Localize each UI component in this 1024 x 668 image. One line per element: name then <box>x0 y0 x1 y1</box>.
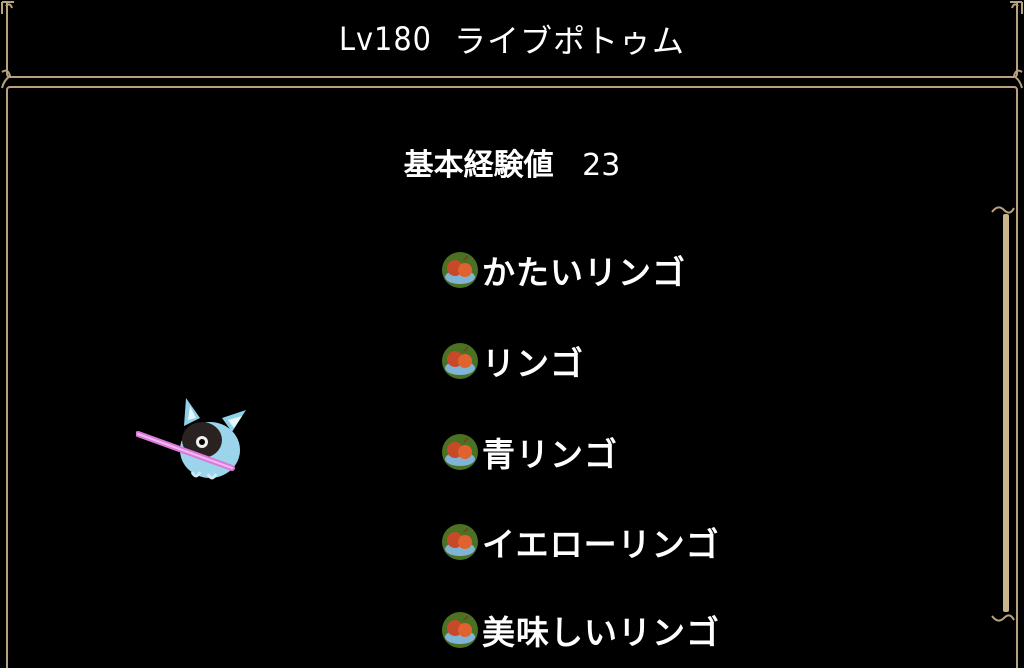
title-bar: Lv180 ライブポトゥム <box>6 2 1018 78</box>
apple-plate-icon <box>442 612 478 648</box>
drop-item-label: リンゴ <box>482 344 584 383</box>
frame-corner-ornament-icon <box>1010 1 1023 14</box>
apple-plate-icon <box>442 524 478 560</box>
drop-item-label: 青リンゴ <box>482 435 618 474</box>
drop-item[interactable]: 美味しいリンゴ <box>440 608 720 652</box>
monster-level: Lv180 <box>338 20 432 58</box>
drop-item[interactable]: イエローリンゴ <box>440 520 720 564</box>
frame-corner-ornament-icon <box>1 1 14 14</box>
apple-plate-icon <box>442 343 478 379</box>
drop-item-label: かたいリンゴ <box>482 253 686 292</box>
scrollbar[interactable] <box>1003 214 1009 612</box>
apple-plate-icon <box>442 252 478 288</box>
scrollbar-bottom-ornament-icon <box>991 614 1015 622</box>
monster-sprite <box>136 398 246 480</box>
drop-item[interactable]: リンゴ <box>440 339 584 383</box>
base-experience-value: 23 <box>582 148 621 183</box>
monster-name: ライブポトゥム <box>453 22 685 60</box>
drop-item-label: イエローリンゴ <box>482 525 720 564</box>
drop-item-label: 美味しいリンゴ <box>482 613 720 652</box>
drop-item[interactable]: かたいリンゴ <box>440 248 686 292</box>
apple-plate-icon <box>442 434 478 470</box>
drop-item[interactable]: 青リンゴ <box>440 430 618 474</box>
base-experience-line: 基本経験値 23 <box>0 140 1024 184</box>
base-experience-label: 基本経験値 <box>403 148 554 183</box>
